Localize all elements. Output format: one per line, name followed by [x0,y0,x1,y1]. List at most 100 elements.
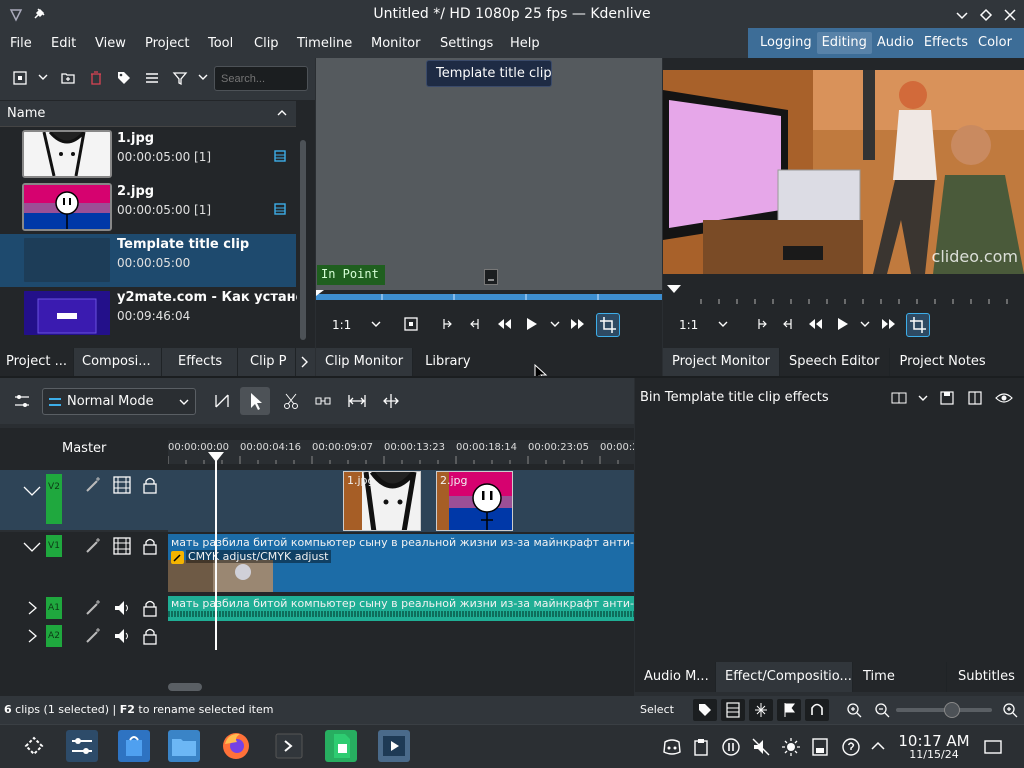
snap-icon[interactable] [749,699,773,721]
effects-wand-icon[interactable] [84,537,102,555]
zoom-select[interactable]: 1:1 [679,318,698,332]
spacer-tool-icon[interactable] [213,392,231,410]
zoom-fit-icon[interactable] [1002,702,1018,718]
speaker-icon[interactable] [113,599,131,617]
menu-monitor[interactable]: Monitor [371,36,420,51]
play-chevron-icon[interactable] [859,318,871,330]
fast-forward-icon[interactable] [570,317,586,331]
set-in-icon[interactable] [440,317,454,331]
tray-expand-icon[interactable] [870,739,886,753]
set-out-icon[interactable] [781,317,795,331]
tab-speech-editor[interactable]: Speech Editor [780,348,890,376]
project-monitor-ruler[interactable] [663,285,1024,304]
expand-icon[interactable] [26,600,38,616]
filter-icon[interactable] [172,70,188,86]
timeline-scrollbar[interactable] [168,683,202,691]
tag-icon[interactable] [116,70,132,86]
workspace-color[interactable]: Color [973,32,1017,54]
discover-store-icon[interactable] [118,730,150,762]
close-button[interactable] [1003,8,1017,22]
video-track-icon[interactable] [113,537,131,555]
track-name[interactable]: V2 [46,474,62,524]
set-in-icon[interactable] [755,317,769,331]
master-label[interactable]: Master [62,441,106,456]
zone-marker-icon[interactable] [484,269,498,285]
storage-tray-icon[interactable] [812,738,828,756]
track-name[interactable]: A2 [46,625,62,647]
clock-date[interactable]: 11/15/24 [898,748,970,761]
kdenlive-task-icon[interactable] [378,730,410,762]
split-view-icon[interactable] [968,391,982,405]
collapse-icon[interactable] [22,484,42,498]
speaker-icon[interactable] [113,627,131,645]
delete-icon[interactable] [88,70,104,86]
lock-icon[interactable] [142,476,158,494]
eye-icon[interactable] [995,391,1013,405]
zoom-select[interactable]: 1:1 [332,318,351,332]
crop-icon[interactable] [596,313,620,337]
slip-tool-icon[interactable] [314,392,332,410]
tab-clip-properties[interactable]: Clip P [238,348,296,376]
filter-chevron-icon[interactable] [196,70,212,86]
video-track-icon[interactable] [113,476,131,494]
zoom-chevron-icon[interactable] [717,318,729,330]
workspace-logging[interactable]: Logging [755,32,817,54]
effects-wand-icon[interactable] [84,627,102,645]
playhead[interactable] [215,456,217,650]
chevron-down-icon[interactable] [917,392,929,404]
edit-mode-select[interactable]: Normal Mode [42,388,196,415]
firefox-icon[interactable] [220,730,252,762]
lock-icon[interactable] [142,599,158,617]
bin-item-template-title[interactable]: Template title clip 00:00:05:00 [0,234,296,287]
bin-column-header[interactable]: Name [0,101,296,127]
menu-help[interactable]: Help [510,36,540,51]
track-name[interactable]: A1 [46,597,62,619]
bin-item-video[interactable]: y2mate.com - Как установи 00:09:46:04 [0,287,297,342]
workspace-effects[interactable]: Effects [919,32,973,54]
bin-scrollbar[interactable] [300,140,306,340]
maximize-button[interactable] [979,8,993,22]
track-header-a1[interactable]: A1 [0,594,168,622]
effects-wand-icon[interactable] [84,476,102,494]
bin-search-input[interactable] [214,66,308,91]
tab-time-remap[interactable]: Time Rem... [853,662,947,714]
add-folder-icon[interactable] [60,70,76,86]
discord-tray-icon[interactable] [662,738,682,756]
menu-settings[interactable]: Settings [440,36,493,51]
show-desktop-icon[interactable] [984,738,1002,756]
file-manager-icon[interactable] [168,730,200,762]
tab-project-monitor[interactable]: Project Monitor [663,348,781,376]
menu-edit[interactable]: Edit [51,36,76,51]
brightness-tray-icon[interactable] [782,738,800,756]
app-launcher-icon[interactable] [22,734,46,758]
tab-project-notes[interactable]: Project Notes [890,348,996,376]
minimize-button[interactable] [955,8,969,22]
markers-icon[interactable] [777,699,801,721]
chevron-right-icon[interactable] [296,348,315,376]
zoom-in-icon[interactable] [846,702,862,718]
sort-up-icon[interactable] [276,107,288,119]
tab-compositions[interactable]: Composi... [74,348,162,376]
lock-icon[interactable] [142,537,158,555]
play-chevron-icon[interactable] [549,318,561,330]
track-header-v2[interactable]: V2 [0,470,168,530]
razor-tool-icon[interactable] [282,392,300,410]
track-lane-a1[interactable]: мать разбила битой компьютер сыну в реал… [168,594,634,622]
tab-effect-composition[interactable]: Effect/Compositio... [716,662,853,692]
thumbnails-icon[interactable] [721,699,745,721]
roll-tool-icon[interactable] [382,392,400,410]
tab-clip-monitor[interactable]: Clip Monitor [316,348,414,376]
menu-tool[interactable]: Tool [208,36,233,51]
track-lane-a2[interactable] [168,622,634,650]
tab-project-bin[interactable]: Project ... [0,348,74,376]
fullscreen-icon[interactable] [404,317,418,331]
tab-library[interactable]: Library [413,348,482,376]
workspace-audio[interactable]: Audio [872,32,919,54]
workspace-editing[interactable]: Editing [816,32,872,54]
menu-list-icon[interactable] [144,70,160,86]
media-pause-tray-icon[interactable] [722,738,740,756]
track-header-v1[interactable]: V1 [0,532,168,594]
menu-project[interactable]: Project [145,36,189,51]
track-header-a2[interactable]: A2 [0,622,168,650]
bin-item-1-jpg[interactable]: 1.jpg 00:00:05:00 [1] [0,128,296,181]
